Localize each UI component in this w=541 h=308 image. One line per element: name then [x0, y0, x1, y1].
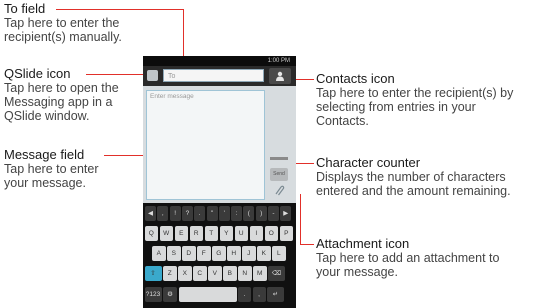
key-0-11[interactable]: ▶ [280, 206, 292, 221]
key-1-4[interactable]: T [204, 226, 218, 241]
key-3-3[interactable]: C [193, 266, 207, 281]
keyboard: ◀,!?. " ':() - ▶ Q W E R T Y U I O P A S D F G H J K L ⇧ Z X C V B N M ⌫… [143, 203, 296, 308]
counter-callout-desc-2: entered and the amount remaining. [316, 184, 511, 198]
message-field-leader [104, 155, 144, 156]
contacts-callout-desc-2: selecting from entries in your [316, 100, 476, 114]
key-3-7[interactable]: M [253, 266, 267, 281]
attachment-icon[interactable] [270, 184, 288, 197]
key-1-9[interactable]: P [279, 226, 293, 241]
attachment-callout-desc-1: Tap here to add an attachment to [316, 251, 500, 265]
to-field-callout-desc-2: recipient(s) manually. [4, 30, 122, 44]
key-1-7[interactable]: I [249, 226, 263, 241]
contacts-callout-title: Contacts icon [316, 71, 395, 86]
contacts-icon[interactable] [269, 68, 291, 84]
attachment-callout-desc-2: your message. [316, 265, 398, 279]
key-0-8[interactable]: ( [243, 206, 255, 221]
attachment-callout: Attachment icon Tap here to add an attac… [316, 236, 500, 280]
message-field-callout: Message field Tap here to enter your mes… [4, 147, 99, 191]
key-4-1[interactable]: ⚙ [163, 287, 177, 302]
key-2-0[interactable]: A [152, 246, 166, 261]
key-2-5[interactable]: H [227, 246, 241, 261]
attachment-callout-title: Attachment icon [316, 236, 410, 251]
key-1-1[interactable]: W [159, 226, 173, 241]
key-1-3[interactable]: R [189, 226, 203, 241]
counter-callout: Character counter Displays the number of… [316, 155, 511, 199]
key-3-2[interactable]: X [178, 266, 192, 281]
counter-callout-title: Character counter [316, 155, 421, 170]
key-0-1[interactable]: , [157, 206, 169, 221]
contacts-callout: Contacts icon Tap here to enter the reci… [316, 71, 514, 129]
keyboard-row: ◀,!?. " ':() - ▶ [143, 206, 296, 222]
key-0-3[interactable]: ? [181, 206, 193, 221]
to-field-leader-h [56, 9, 184, 10]
key-2-8[interactable]: L [272, 246, 286, 261]
qslide-callout-desc-2: Messaging app in a [4, 95, 113, 109]
contacts-callout-desc-1: Tap here to enter the recipient(s) by [316, 86, 514, 100]
key-0-9[interactable]: ) [255, 206, 267, 221]
key-2-6[interactable]: J [242, 246, 256, 261]
qslide-icon[interactable] [147, 70, 158, 81]
key-1-6[interactable]: U [234, 226, 248, 241]
key-3-8[interactable]: ⌫ [268, 266, 285, 281]
key-0-4[interactable]: . [194, 206, 206, 221]
key-4-5[interactable]: ↵ [267, 287, 284, 302]
attachment-leader-v [300, 194, 301, 244]
key-2-2[interactable]: D [182, 246, 196, 261]
message-field-callout-desc-2: your message. [4, 176, 86, 190]
key-1-2[interactable]: E [174, 226, 188, 241]
message-field-callout-title: Message field [4, 147, 85, 162]
key-1-0[interactable]: Q [144, 226, 158, 241]
key-2-4[interactable]: G [212, 246, 226, 261]
send-button[interactable]: Send [270, 168, 288, 181]
status-bar: 1:00 PM [143, 56, 296, 66]
to-field-callout-desc-1: Tap here to enter the [4, 16, 120, 30]
message-field-callout-desc-1: Tap here to enter [4, 162, 99, 176]
key-0-7[interactable]: : [231, 206, 243, 221]
key-2-1[interactable]: S [167, 246, 181, 261]
qslide-callout-desc-3: QSlide window. [4, 109, 90, 123]
key-4-2[interactable] [178, 287, 237, 302]
key-0-0[interactable]: ◀ [145, 206, 156, 221]
paperclip-icon [275, 185, 285, 196]
phone-screen: 1:00 PM To Enter message Send ◀,!?. " ':()… [143, 56, 296, 308]
key-0-10[interactable]: - [268, 206, 279, 221]
person-icon [276, 71, 284, 81]
keyboard-row: ?123 ⚙ ., ↵ [143, 287, 296, 303]
key-3-4[interactable]: V [208, 266, 222, 281]
keyboard-row: ⇧ Z X C V B N M ⌫ [143, 266, 296, 282]
key-4-0[interactable]: ?123 [144, 287, 162, 302]
key-3-1[interactable]: Z [163, 266, 177, 281]
contacts-callout-desc-3: Contacts. [316, 114, 369, 128]
key-0-5[interactable]: " [206, 206, 218, 221]
to-field[interactable]: To [163, 69, 264, 82]
key-3-0[interactable]: ⇧ [144, 266, 162, 281]
key-4-3[interactable]: . [238, 287, 251, 302]
keyboard-row: QWERTYUIOP [143, 226, 296, 242]
key-3-6[interactable]: N [238, 266, 252, 281]
status-time: 1:00 PM [267, 58, 290, 64]
key-2-7[interactable]: K [257, 246, 271, 261]
key-1-5[interactable]: Y [219, 226, 233, 241]
message-field[interactable]: Enter message [146, 90, 265, 200]
key-2-3[interactable]: F [197, 246, 211, 261]
qslide-callout: QSlide icon Tap here to open the Messagi… [4, 67, 119, 124]
key-3-5[interactable]: B [223, 266, 237, 281]
counter-callout-desc-1: Displays the number of characters [316, 170, 506, 184]
keyboard-row: ASDFGHJKL [143, 246, 296, 262]
key-1-8[interactable]: O [264, 226, 278, 241]
key-4-4[interactable]: , [252, 287, 266, 302]
character-counter [270, 157, 288, 160]
attachment-leader-h [300, 244, 314, 245]
key-0-2[interactable]: ! [169, 206, 181, 221]
recipient-bar: To [143, 66, 296, 86]
key-0-6[interactable]: ' [218, 206, 230, 221]
qslide-callout-desc-1: Tap here to open the [4, 81, 119, 95]
